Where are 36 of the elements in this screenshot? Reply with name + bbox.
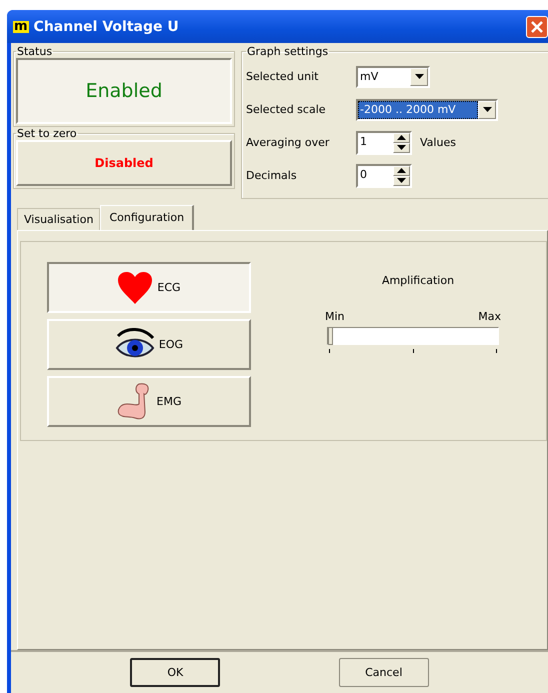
close-icon xyxy=(531,20,543,32)
field-label: Averaging over xyxy=(246,136,330,149)
tab[interactable]: Configuration xyxy=(100,205,194,230)
spin-field[interactable]: 0 xyxy=(356,164,412,188)
slider-thumb[interactable] xyxy=(328,327,333,345)
dialog-button[interactable]: OK xyxy=(130,658,220,687)
dropdown-arrow-icon[interactable] xyxy=(414,74,424,79)
amplification-label: Amplification xyxy=(382,274,454,287)
tab[interactable]: Visualisation xyxy=(17,208,100,230)
field-label: Decimals xyxy=(246,169,298,182)
spin-up-icon[interactable] xyxy=(397,135,406,140)
field-label: Selected unit xyxy=(246,70,320,83)
group-label: Set to zero xyxy=(16,127,78,140)
spin-down-icon[interactable] xyxy=(397,178,406,183)
dropdown[interactable]: -2000 .. 2000 mV xyxy=(356,98,498,120)
heart-icon xyxy=(117,270,154,304)
field-label: Selected scale xyxy=(246,103,327,116)
spin-field[interactable]: 1 xyxy=(356,130,412,154)
close-button[interactable] xyxy=(526,16,548,38)
amplification-slider[interactable] xyxy=(327,327,499,345)
mode-button[interactable]: ECG xyxy=(47,262,251,313)
spin-down-icon[interactable] xyxy=(397,145,406,150)
status-display: Enabled xyxy=(16,58,232,124)
dialog-button[interactable]: Cancel xyxy=(338,658,429,687)
group-label: Graph settings xyxy=(246,45,330,58)
window-title: Channel Voltage U xyxy=(34,18,180,34)
max-label: Max xyxy=(478,310,501,323)
mode-button[interactable]: EMG xyxy=(47,376,251,427)
spin-up-icon[interactable] xyxy=(397,168,406,173)
app-logo-icon: m xyxy=(13,20,29,32)
dropdown[interactable]: mV xyxy=(356,66,430,88)
dropdown-arrow-icon[interactable] xyxy=(482,107,492,112)
min-label: Min xyxy=(325,310,345,323)
mode-button[interactable]: EOG xyxy=(47,319,251,370)
unit-label: Values xyxy=(420,136,456,149)
group-label: Status xyxy=(16,45,54,58)
